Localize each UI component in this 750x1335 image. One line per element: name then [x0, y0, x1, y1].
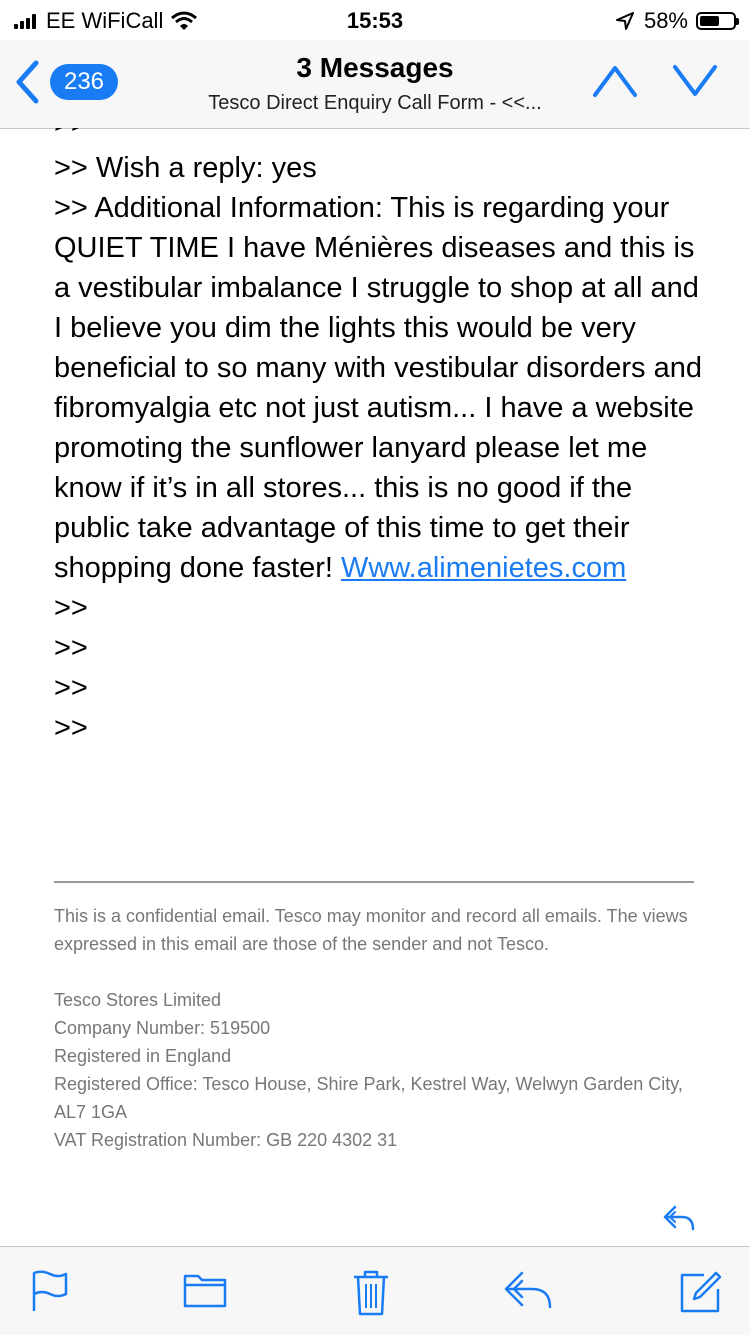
- location-arrow-icon: [615, 12, 634, 30]
- back-button[interactable]: 236: [14, 60, 118, 104]
- bottom-toolbar: [0, 1246, 750, 1335]
- page-title: 3 Messages: [296, 52, 454, 83]
- quote-line: >>: [54, 592, 88, 624]
- reply-icon[interactable]: [662, 1204, 696, 1232]
- vat-number: VAT Registration Number: GB 220 4302 31: [54, 1130, 398, 1150]
- message-body: >> >> Wish a reply: yes >> Additional In…: [54, 128, 714, 748]
- battery-fill: [700, 16, 719, 26]
- quote-line: >>: [54, 672, 88, 704]
- email-disclaimer: This is a confidential email. Tesco may …: [54, 902, 694, 1154]
- up-arrow-icon[interactable]: [592, 64, 638, 98]
- status-bar: EE WiFiCall 15:53 58%: [0, 0, 750, 40]
- confidential-notice: This is a confidential email. Tesco may …: [54, 906, 688, 954]
- folder-icon[interactable]: [182, 1269, 228, 1309]
- status-right: 58%: [615, 8, 739, 34]
- unread-count-badge: 236: [50, 64, 118, 100]
- back-chevron-icon: [16, 60, 39, 104]
- company-number: Company Number: 519500: [54, 1018, 271, 1038]
- navigation-bar: 236 3 Messages Tesco Direct Enquiry Call…: [0, 40, 750, 129]
- trash-icon[interactable]: [352, 1269, 390, 1317]
- website-link[interactable]: Www.alimenietes.com: [341, 552, 626, 584]
- reply-icon[interactable]: [502, 1269, 554, 1309]
- compose-icon[interactable]: [678, 1269, 724, 1315]
- additional-info-paragraph: >> Additional Information: This is regar…: [54, 188, 714, 588]
- registered-office: Registered Office: Tesco House, Shire Pa…: [54, 1074, 683, 1122]
- quote-line: >>: [54, 712, 88, 744]
- battery-percent: 58%: [643, 8, 688, 33]
- company-name: Tesco Stores Limited: [54, 990, 222, 1010]
- down-arrow-icon[interactable]: [672, 64, 718, 98]
- battery-icon: [696, 12, 739, 30]
- thread-subject: Tesco Direct Enquiry Call Form - <<...: [208, 92, 542, 114]
- registration-country: Registered in England: [54, 1046, 232, 1066]
- quote-line: >>: [54, 632, 88, 664]
- quote-line-partial: >>: [54, 128, 714, 148]
- divider: [54, 881, 694, 883]
- additional-info-text: >> Additional Information: This is regar…: [54, 192, 702, 584]
- wish-reply-line: >> Wish a reply: yes: [54, 152, 317, 184]
- flag-icon[interactable]: [30, 1269, 70, 1313]
